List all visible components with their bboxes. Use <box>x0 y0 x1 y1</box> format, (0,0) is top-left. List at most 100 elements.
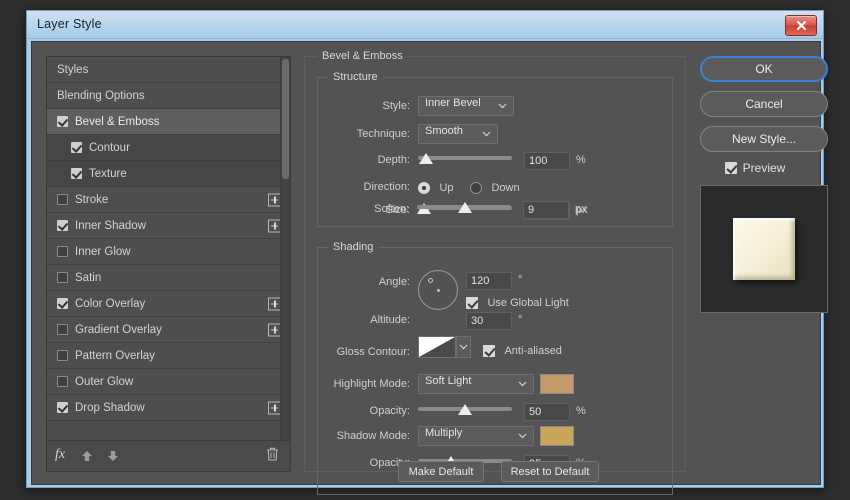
effect-checkbox[interactable] <box>57 350 68 361</box>
shadow-mode-value: Multiply <box>425 427 462 439</box>
sidebar-item-label: Pattern Overlay <box>75 350 155 362</box>
highlight-opacity-thumb[interactable] <box>458 404 472 415</box>
bevel-emboss-panel: Bevel & Emboss Structure Style: Inner Be… <box>304 56 686 472</box>
direction-label: Direction: <box>318 181 410 193</box>
technique-select[interactable]: Smooth <box>418 124 498 144</box>
make-default-button[interactable]: Make Default <box>398 461 484 482</box>
sidebar-item-texture[interactable]: Texture <box>47 161 290 187</box>
sidebar-item-satin[interactable]: Satin <box>47 265 290 291</box>
effect-checkbox[interactable] <box>57 246 68 257</box>
effect-checkbox[interactable] <box>57 298 68 309</box>
effect-checkbox[interactable] <box>57 402 68 413</box>
close-x-icon <box>796 20 807 31</box>
technique-label: Technique: <box>318 128 410 140</box>
structure-legend: Structure <box>328 71 383 83</box>
gloss-contour-dropdown[interactable] <box>456 336 471 358</box>
sidebar-item-inner-shadow[interactable]: Inner Shadow <box>47 213 290 239</box>
dialog-actions: OK Cancel New Style... Preview <box>700 56 810 313</box>
depth-label: Depth: <box>318 154 410 166</box>
layer-style-dialog: Layer Style StylesBlending OptionsBevel … <box>26 10 824 488</box>
effect-checkbox[interactable] <box>57 116 68 127</box>
effects-list[interactable]: Styles Blending OptionsBevel & Emboss Cont… <box>47 57 290 440</box>
sidebar-item-label: Styles <box>57 64 88 76</box>
sidebar-item-color-overlay[interactable]: Color Overlay <box>47 291 290 317</box>
sidebar-item-stroke[interactable]: Stroke <box>47 187 290 213</box>
title-bar: Layer Style <box>27 11 823 39</box>
altitude-label: Altitude: <box>318 314 410 326</box>
depth-input[interactable] <box>524 152 570 170</box>
technique-select-value: Smooth <box>425 125 463 137</box>
soften-slider[interactable] <box>417 201 511 215</box>
sidebar-item-label: Color Overlay <box>75 298 145 310</box>
soften-input[interactable] <box>523 201 569 219</box>
use-global-light-option[interactable]: Use Global Light <box>466 294 569 312</box>
dialog-body: Styles Blending OptionsBevel & Emboss Cont… <box>31 41 821 485</box>
effect-checkbox[interactable] <box>57 220 68 231</box>
sidebar-item-label: Texture <box>89 168 127 180</box>
sidebar-scrollbar-track[interactable] <box>280 57 290 440</box>
shadow-mode-select[interactable]: Multiply <box>418 426 534 446</box>
sidebar-item-label: Gradient Overlay <box>75 324 162 336</box>
effect-checkbox[interactable] <box>57 272 68 283</box>
sidebar-item-drop-shadow[interactable]: Drop Shadow <box>47 395 290 421</box>
shadow-opacity-label: Opacity: <box>318 457 410 469</box>
close-button[interactable] <box>785 15 817 36</box>
sidebar-item-inner-glow[interactable]: Inner Glow <box>47 239 290 265</box>
anti-aliased-checkbox[interactable] <box>483 345 495 357</box>
sidebar-scrollbar-thumb[interactable] <box>282 59 289 179</box>
effect-checkbox[interactable] <box>57 324 68 335</box>
highlight-opacity-input[interactable] <box>524 403 570 421</box>
highlight-color-swatch[interactable] <box>540 374 574 394</box>
effects-rows: Styles Blending OptionsBevel & Emboss Cont… <box>47 57 290 421</box>
sidebar-item-blending-options[interactable]: Blending Options <box>47 83 290 109</box>
gloss-contour-preview[interactable] <box>418 336 456 358</box>
fx-icon[interactable]: fx <box>55 447 65 463</box>
angle-dial[interactable] <box>418 270 458 310</box>
use-global-light-checkbox[interactable] <box>466 297 478 309</box>
preview-toggle-row[interactable]: Preview <box>700 161 810 175</box>
effect-checkbox[interactable] <box>71 142 82 153</box>
sidebar-item-contour[interactable]: Contour <box>47 135 290 161</box>
arrow-up-icon[interactable] <box>79 448 95 464</box>
reset-to-default-button[interactable]: Reset to Default <box>501 461 599 482</box>
sidebar-item-bevel-emboss[interactable]: Bevel & Emboss <box>47 109 290 135</box>
highlight-mode-label: Highlight Mode: <box>294 378 410 390</box>
sidebar-item-label: Stroke <box>75 194 108 206</box>
effect-checkbox[interactable] <box>57 376 68 387</box>
shadow-mode-label: Shadow Mode: <box>294 430 410 442</box>
depth-slider[interactable] <box>418 152 512 166</box>
sidebar-item-label: Inner Glow <box>75 246 131 258</box>
effect-checkbox[interactable] <box>71 168 82 179</box>
radio-down[interactable] <box>470 182 482 194</box>
direction-down-option[interactable]: Down <box>470 179 520 197</box>
preview-sample-shape <box>733 218 795 280</box>
direction-up-option[interactable]: Up <box>418 179 454 197</box>
radio-up[interactable] <box>418 182 430 194</box>
style-select[interactable]: Inner Bevel <box>418 96 514 116</box>
cancel-button[interactable]: Cancel <box>700 91 828 117</box>
sidebar-item-styles[interactable]: Styles <box>47 57 290 83</box>
shadow-color-swatch[interactable] <box>540 426 574 446</box>
altitude-input[interactable] <box>466 312 512 330</box>
effect-checkbox[interactable] <box>57 194 68 205</box>
sidebar-item-label: Contour <box>89 142 130 154</box>
arrow-down-icon[interactable] <box>105 448 121 464</box>
sidebar-item-label: Inner Shadow <box>75 220 146 232</box>
preview-checkbox[interactable] <box>725 162 737 174</box>
anti-aliased-option[interactable]: Anti-aliased <box>483 342 562 360</box>
depth-slider-thumb[interactable] <box>419 153 433 164</box>
angle-dial-marker <box>428 278 433 283</box>
trash-icon[interactable] <box>265 446 280 467</box>
sidebar-item-gradient-overlay[interactable]: Gradient Overlay <box>47 317 290 343</box>
soften-label: Soften: <box>317 203 409 215</box>
highlight-mode-select[interactable]: Soft Light <box>418 374 534 394</box>
sidebar-item-outer-glow[interactable]: Outer Glow <box>47 369 290 395</box>
ok-button[interactable]: OK <box>700 56 828 82</box>
angle-input[interactable] <box>466 272 512 290</box>
preview-label: Preview <box>743 161 786 175</box>
new-style-button[interactable]: New Style... <box>700 126 828 152</box>
sidebar-item-pattern-overlay[interactable]: Pattern Overlay <box>47 343 290 369</box>
sidebar-toolbar: fx <box>47 440 290 471</box>
highlight-opacity-slider[interactable] <box>418 403 512 417</box>
soften-slider-thumb[interactable] <box>458 202 472 213</box>
